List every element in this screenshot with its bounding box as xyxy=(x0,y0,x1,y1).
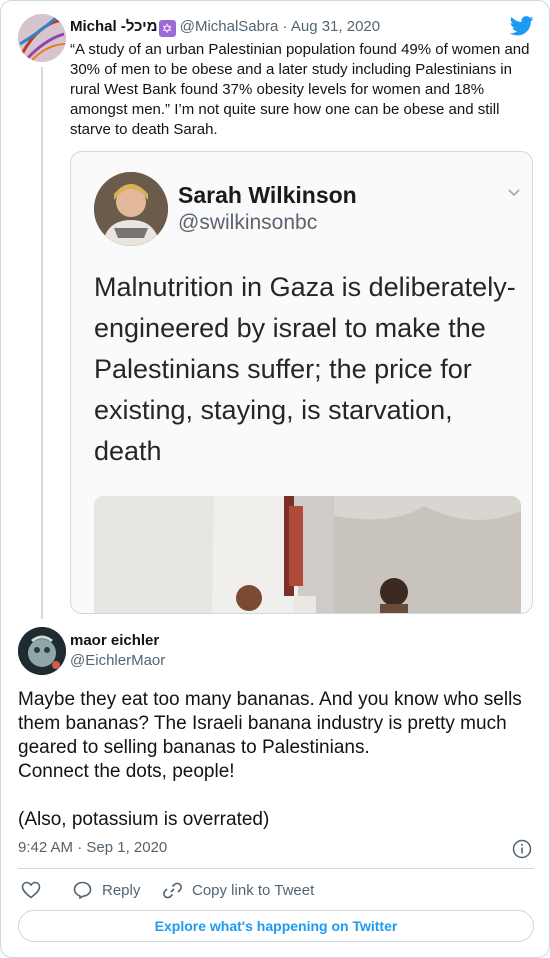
explore-twitter-button[interactable]: Explore what's happening on Twitter xyxy=(18,910,534,942)
parent-date[interactable]: Aug 31, 2020 xyxy=(291,18,380,35)
chevron-down-icon xyxy=(508,189,520,197)
reply-handle[interactable]: @EichlerMaor xyxy=(70,652,165,669)
actions-divider xyxy=(18,868,534,869)
quoted-photo xyxy=(94,496,521,613)
quoted-handle: @swilkinsonbc xyxy=(178,211,318,234)
copy-link-button[interactable]: Copy link to Tweet xyxy=(163,880,314,900)
michal-avatar[interactable] xyxy=(18,14,66,62)
parent-tweet-header: Michal -מיכל ✡ @MichalSabra · Aug 31, 202… xyxy=(70,18,380,37)
star-of-david-icon: ✡ xyxy=(158,20,176,37)
reply-display-name[interactable]: maor eichler xyxy=(70,632,159,649)
parent-display-name[interactable]: Michal -מיכל xyxy=(70,18,158,35)
meta-separator: · xyxy=(282,18,288,35)
parent-tweet-text: “A study of an urban Palestinian populat… xyxy=(70,41,530,138)
info-icon[interactable] xyxy=(512,839,532,859)
quoted-tweet-text: Malnutrition in Gaza is deliberately-eng… xyxy=(94,272,516,466)
reply-label: Reply xyxy=(102,881,141,899)
reply-tweet-text: Maybe they eat too many bananas. And you… xyxy=(18,689,522,830)
reply-button[interactable]: Reply xyxy=(73,880,140,900)
copy-link-label: Copy link to Tweet xyxy=(192,881,315,899)
quoted-name: Sarah Wilkinson xyxy=(178,182,357,208)
tweet-media-image[interactable]: Sarah Wilkinson @swilkinsonbc Malnutriti… xyxy=(70,151,533,614)
parent-handle[interactable]: @MichalSabra xyxy=(180,18,279,35)
twitter-bird-icon[interactable] xyxy=(510,16,534,36)
like-button[interactable] xyxy=(21,880,51,900)
reply-timestamp[interactable]: 9:42 AM · Sep 1, 2020 xyxy=(18,839,167,856)
sarah-avatar xyxy=(94,172,168,246)
link-icon xyxy=(163,882,182,898)
thread-line xyxy=(41,67,43,619)
tweet-embed: Michal -מיכל ✡ @MichalSabra · Aug 31, 202… xyxy=(0,0,550,958)
heart-icon xyxy=(21,881,41,899)
reply-bubble-icon xyxy=(73,881,92,899)
maor-avatar[interactable] xyxy=(18,627,66,675)
